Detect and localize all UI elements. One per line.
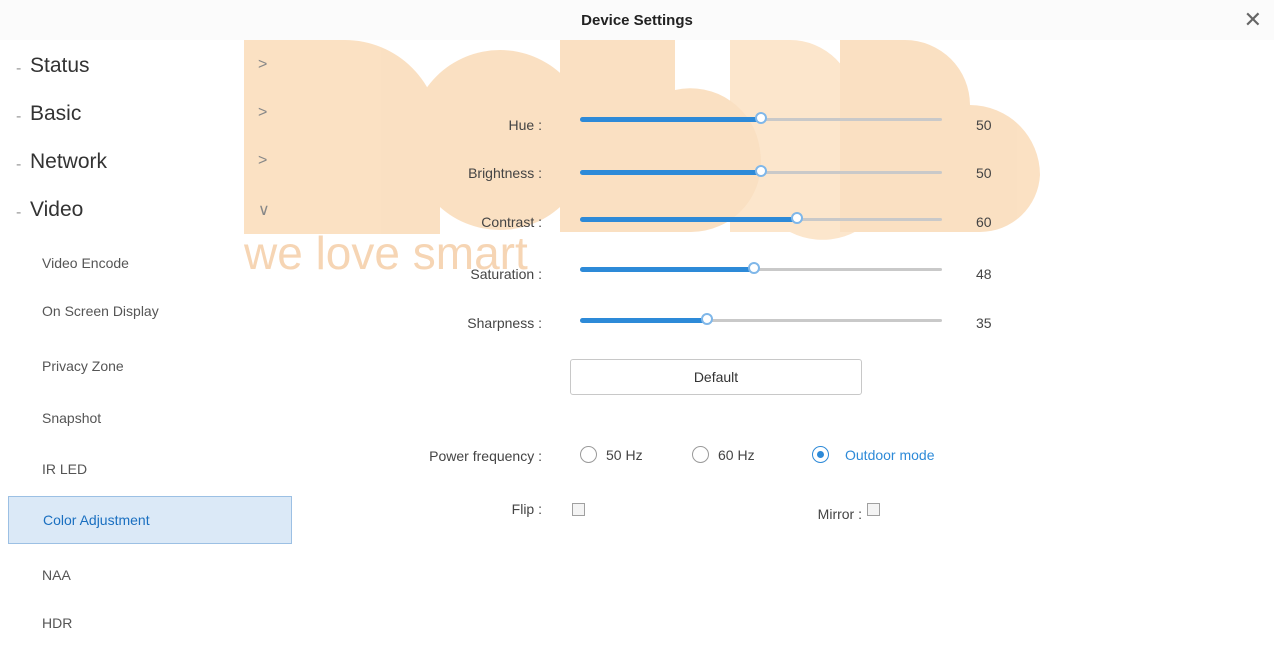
mirror-checkbox[interactable]: [867, 503, 880, 516]
brightness-label: Brightness :: [468, 165, 542, 181]
radio-50hz[interactable]: [580, 446, 597, 463]
sidebar-item-video[interactable]: - Video ∨: [0, 188, 300, 236]
radio-50hz-label: 50 Hz: [606, 447, 643, 463]
sharpness-value: 35: [976, 315, 992, 331]
brightness-slider[interactable]: [580, 165, 942, 177]
slider-fill: [580, 217, 798, 222]
brightness-value: 50: [976, 165, 992, 181]
contrast-label: Contrast :: [481, 214, 542, 230]
radio-outdoor-mode[interactable]: [812, 446, 829, 463]
sharpness-label: Sharpness :: [467, 315, 542, 331]
sidebar-item-basic[interactable]: - Basic >: [0, 92, 300, 140]
radio-60hz[interactable]: [692, 446, 709, 463]
chevron-down-icon: ∨: [258, 202, 270, 219]
contrast-slider[interactable]: [580, 212, 942, 224]
bullet: -: [16, 156, 22, 173]
slider-handle[interactable]: [700, 313, 713, 325]
sidebar-item-label: Video: [30, 198, 84, 221]
sidebar-item-label: Video Encode: [42, 255, 129, 271]
sidebar-item-network[interactable]: - Network >: [0, 140, 300, 188]
title-bar: Device Settings ✕: [0, 0, 1274, 40]
sidebar-item-status[interactable]: - Status >: [0, 44, 300, 92]
dialog-title: Device Settings: [581, 12, 693, 29]
sidebar-item-privacy-zone[interactable]: Privacy Zone: [8, 343, 292, 391]
slider-fill: [580, 318, 707, 323]
radio-outdoor-mode-label: Outdoor mode: [845, 447, 935, 463]
chevron-right-icon: >: [258, 152, 268, 169]
sidebar-item-label: On Screen Display: [42, 303, 159, 319]
radio-60hz-label: 60 Hz: [718, 447, 755, 463]
sidebar-item-label: Color Adjustment: [43, 512, 150, 528]
slider-fill: [580, 117, 761, 122]
flip-label: Flip :: [511, 501, 542, 517]
sidebar-item-label: Status: [30, 54, 90, 77]
default-button[interactable]: Default: [570, 359, 862, 395]
sidebar-item-on-screen-display[interactable]: On Screen Display: [8, 288, 292, 336]
chevron-right-icon: >: [258, 56, 268, 73]
hue-slider[interactable]: [580, 112, 942, 124]
slider-handle[interactable]: [755, 112, 767, 124]
saturation-slider[interactable]: [580, 262, 942, 274]
flip-checkbox[interactable]: [572, 503, 585, 516]
slider-fill: [580, 170, 761, 175]
sidebar-item-label: IR LED: [42, 461, 88, 477]
sidebar-item-video-encode[interactable]: Video Encode: [8, 240, 292, 288]
slider-fill: [580, 267, 754, 272]
saturation-label: Saturation :: [470, 266, 542, 282]
sidebar-item-ir-led[interactable]: IR LED: [8, 446, 292, 494]
slider-handle[interactable]: [755, 165, 767, 177]
close-icon[interactable]: ✕: [1244, 6, 1262, 34]
sidebar-item-naa[interactable]: NAA: [8, 552, 292, 600]
chevron-right-icon: >: [258, 104, 268, 121]
sidebar-item-snapshot[interactable]: Snapshot: [8, 395, 292, 443]
mirror-label: Mirror :: [817, 506, 862, 522]
power-frequency-label: Power frequency :: [429, 448, 542, 464]
slider-handle[interactable]: [747, 262, 760, 274]
hue-value: 50: [976, 117, 992, 133]
sidebar-item-label: HDR: [42, 615, 73, 631]
bullet: -: [16, 204, 22, 221]
bullet: -: [16, 108, 22, 125]
sidebar-item-label: Privacy Zone: [42, 358, 124, 374]
sidebar-item-color-adjustment[interactable]: Color Adjustment: [8, 496, 292, 544]
sharpness-slider[interactable]: [580, 313, 942, 325]
contrast-value: 60: [976, 214, 992, 230]
hue-label: Hue :: [508, 117, 542, 133]
saturation-value: 48: [976, 266, 992, 282]
sidebar-item-label: Snapshot: [42, 410, 102, 426]
sidebar-item-label: Basic: [30, 102, 82, 125]
sidebar-item-label: Network: [30, 150, 108, 173]
sidebar-item-label: NAA: [42, 567, 71, 583]
slider-handle[interactable]: [791, 212, 804, 224]
bullet: -: [16, 60, 22, 77]
